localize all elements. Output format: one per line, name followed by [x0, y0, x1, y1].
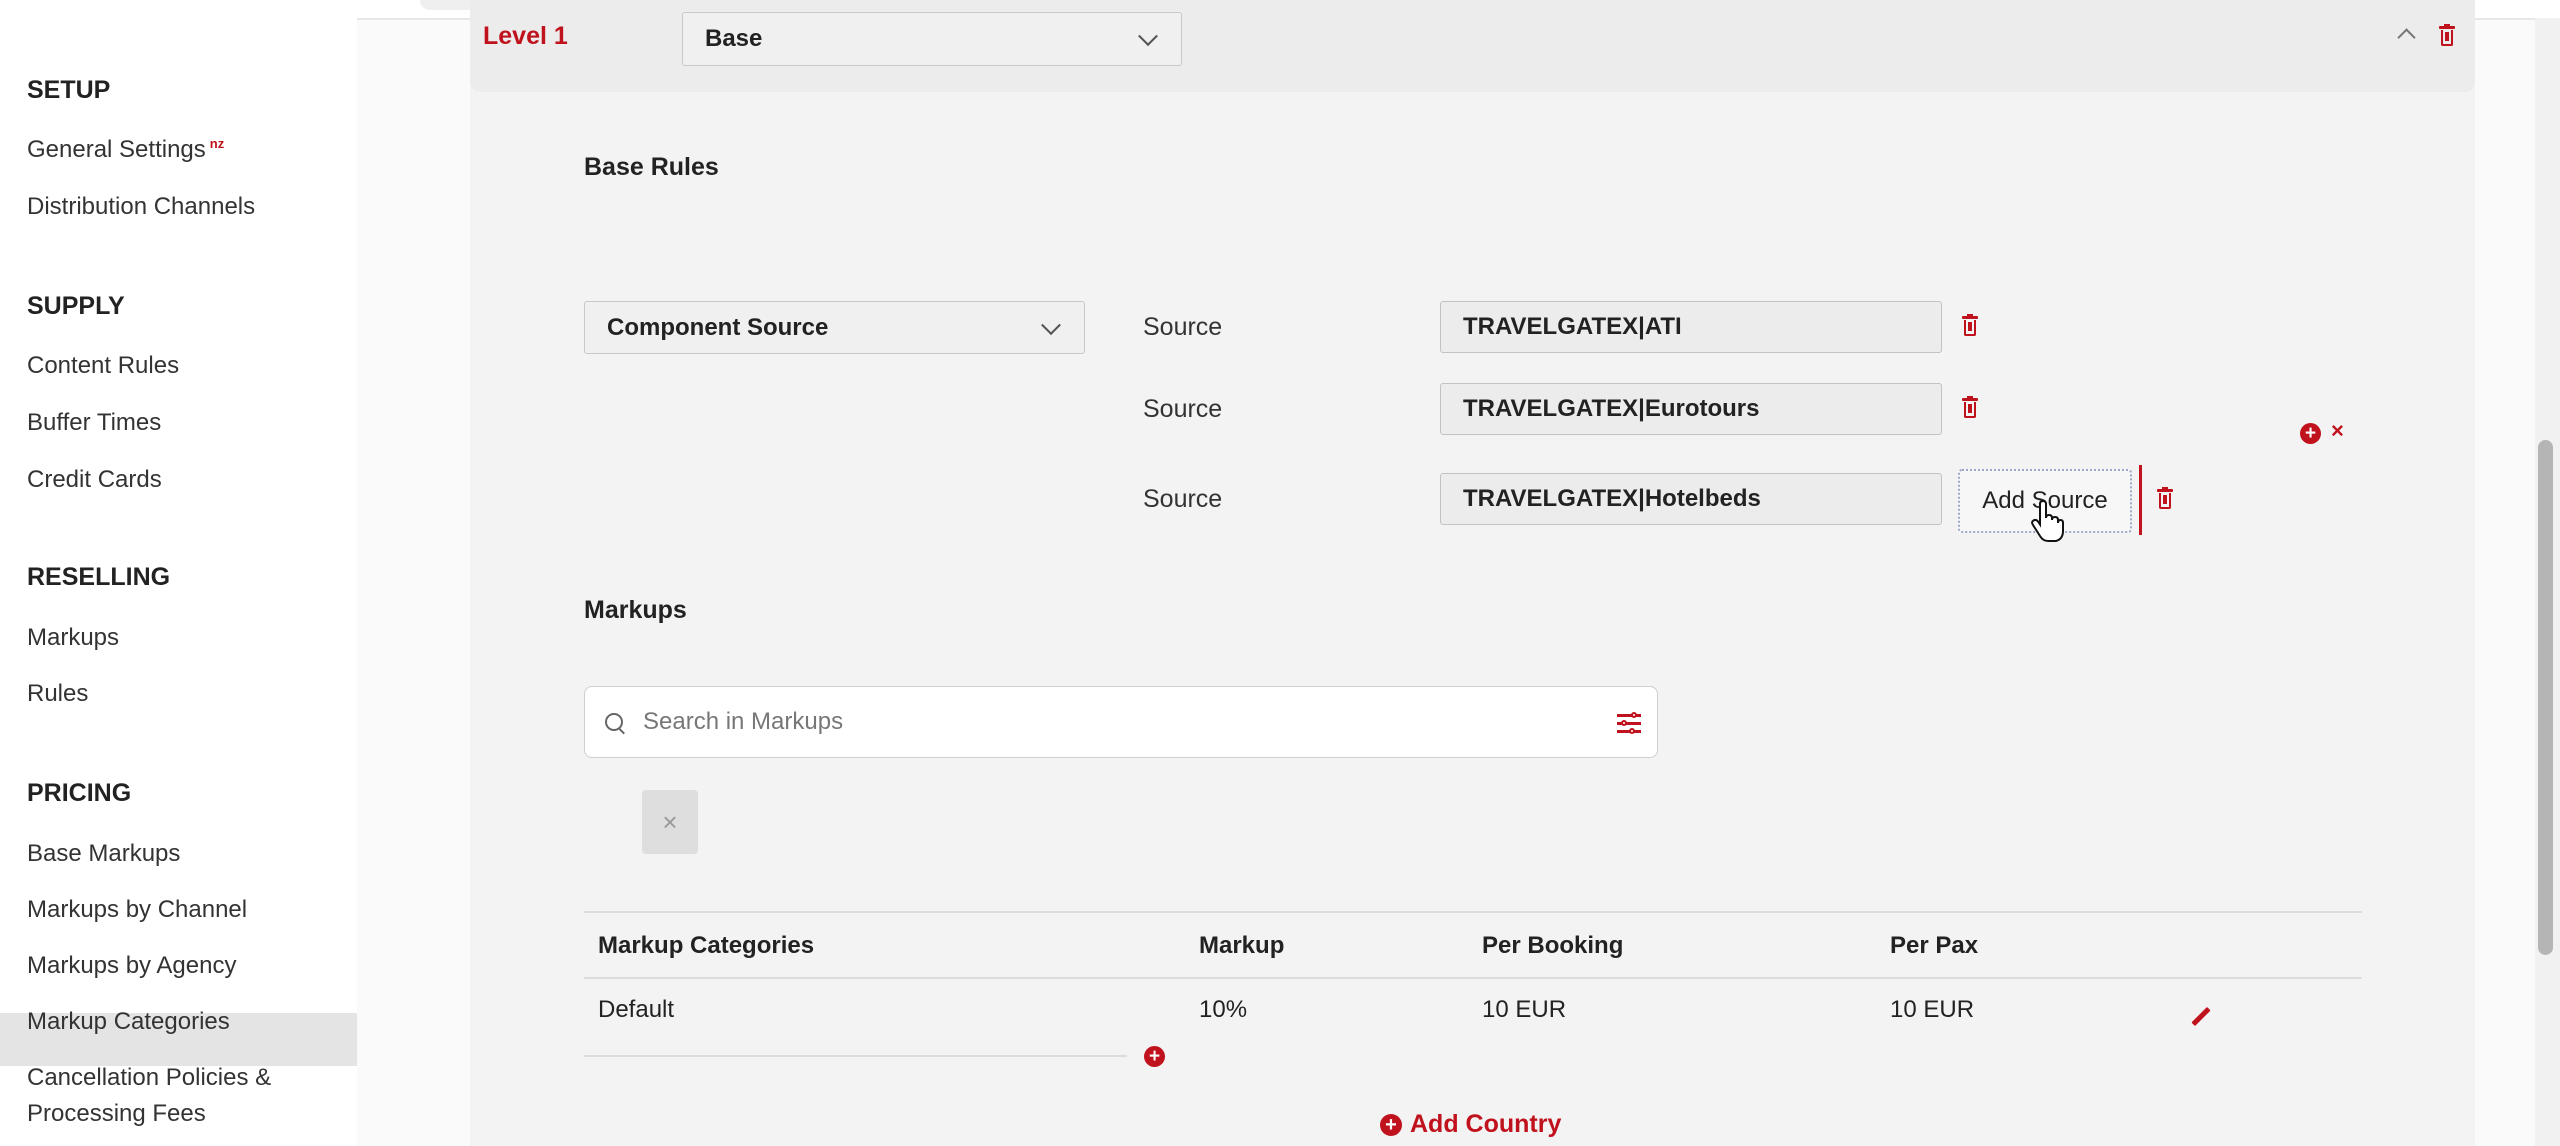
- cell-markup: 10%: [1199, 996, 1248, 1023]
- rule-type-value: Component Source: [607, 313, 829, 341]
- sidebar-item-markups-by-agency[interactable]: Markups by Agency: [27, 952, 236, 980]
- markups-heading: Markups: [584, 596, 687, 624]
- source-input-1[interactable]: TRAVELGATEX|ATI: [1440, 301, 1942, 353]
- sidebar-item-markups-by-channel[interactable]: Markups by Channel: [27, 896, 247, 924]
- scrollbar-thumb[interactable]: [2538, 440, 2553, 955]
- add-rule-plus-icon[interactable]: +: [2300, 423, 2321, 444]
- remove-rule-close-icon[interactable]: ×: [2331, 418, 2344, 444]
- sidebar-item-rules[interactable]: Rules: [27, 680, 88, 708]
- source-label: Source: [1143, 395, 1223, 423]
- sidebar-item-markups[interactable]: Markups: [27, 624, 119, 652]
- sidebar-item-markup-categories[interactable]: Markup Categories: [27, 1008, 230, 1036]
- delete-source-trash-icon[interactable]: [2157, 487, 2173, 509]
- add-country-label: Add Country: [1410, 1110, 1562, 1138]
- chevron-down-icon: [1041, 314, 1061, 335]
- focus-line: [2139, 465, 2142, 535]
- source-label: Source: [1143, 485, 1223, 513]
- table-header-border: [584, 977, 2362, 979]
- sidebar-item-distribution-channels[interactable]: Distribution Channels: [27, 193, 255, 221]
- level-label: Level 1: [483, 22, 568, 50]
- hand-cursor-icon: [2031, 500, 2064, 542]
- cell-per-pax: 10 EUR: [1890, 996, 1975, 1023]
- plus-circle-icon: +: [1380, 1113, 1402, 1136]
- sidebar-item-processing-fees[interactable]: Processing Fees: [27, 1100, 206, 1128]
- row-divider: [584, 1055, 1127, 1057]
- column-header-markup-categories: Markup Categories: [598, 932, 815, 959]
- sidebar-section-setup: SETUP: [27, 76, 111, 104]
- sidebar-section-supply: SUPPLY: [27, 292, 125, 320]
- sidebar-section-pricing: PRICING: [27, 779, 132, 807]
- sidebar-item-content-rules[interactable]: Content Rules: [27, 352, 179, 380]
- level-type-value: Base: [705, 25, 763, 52]
- sidebar-item-cancellation-policies[interactable]: Cancellation Policies &: [27, 1064, 271, 1092]
- base-rules-heading: Base Rules: [584, 153, 719, 181]
- clear-filter-button[interactable]: ×: [642, 790, 698, 854]
- chevron-down-icon: [1138, 26, 1158, 47]
- edit-pencil-icon[interactable]: [2188, 1005, 2212, 1027]
- sidebar-section-reselling: RESELLING: [27, 563, 171, 591]
- sidebar: SETUP General Settings nz Distribution Ch…: [0, 18, 357, 1146]
- markups-search-input[interactable]: Search in Markups: [584, 686, 1658, 758]
- column-header-per-booking: Per Booking: [1482, 932, 1624, 959]
- sidebar-item-general-settings[interactable]: General Settings nz: [27, 136, 224, 164]
- search-icon: [605, 713, 623, 731]
- rule-type-select[interactable]: Component Source: [584, 301, 1085, 354]
- column-header-per-pax: Per Pax: [1890, 932, 1979, 959]
- delete-source-trash-icon[interactable]: [1962, 396, 1978, 418]
- sidebar-item-credit-cards[interactable]: Credit Cards: [27, 466, 162, 494]
- new-badge: nz: [209, 136, 225, 151]
- delete-source-trash-icon[interactable]: [1962, 314, 1978, 336]
- cell-category: Default: [598, 996, 675, 1023]
- sidebar-item-label: General Settings: [27, 136, 206, 163]
- sidebar-item-buffer-times[interactable]: Buffer Times: [27, 409, 161, 437]
- level-type-select[interactable]: Base: [682, 12, 1182, 66]
- delete-level-trash-icon[interactable]: [2439, 24, 2455, 46]
- source-input-3[interactable]: TRAVELGATEX|Hotelbeds: [1440, 473, 1942, 525]
- source-input-2[interactable]: TRAVELGATEX|Eurotours: [1440, 383, 1942, 435]
- cell-per-booking: 10 EUR: [1482, 996, 1567, 1023]
- sidebar-item-base-markups[interactable]: Base Markups: [27, 840, 180, 868]
- column-header-markup: Markup: [1199, 932, 1285, 959]
- add-row-plus-icon[interactable]: +: [1144, 1046, 1165, 1067]
- add-country-button[interactable]: + Add Country: [1380, 1110, 1561, 1139]
- filter-sliders-icon[interactable]: [1617, 712, 1641, 734]
- table-top-border: [584, 911, 2362, 913]
- search-placeholder: Search in Markups: [643, 708, 844, 735]
- source-label: Source: [1143, 313, 1223, 341]
